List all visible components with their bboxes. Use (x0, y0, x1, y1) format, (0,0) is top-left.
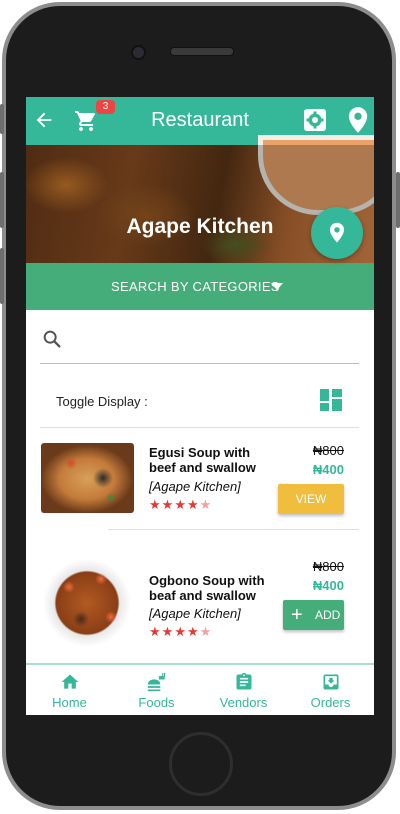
plus-icon: + (291, 604, 303, 626)
nav-foods-label: Foods (138, 695, 175, 710)
star-icon: ★ (161, 624, 175, 639)
old-price: ₦800 (312, 559, 344, 574)
categories-label: SEARCH BY CATEGORIES (111, 279, 280, 294)
star-icon: ★ (161, 497, 175, 512)
nav-vendors[interactable]: Vendors (200, 665, 287, 715)
earpiece-speaker (170, 47, 234, 56)
item-vendor: [Agape Kitchen] (149, 606, 241, 621)
old-price: ₦800 (312, 443, 344, 458)
star-icon: ★ (174, 497, 187, 512)
search-icon[interactable] (41, 328, 63, 355)
search-input[interactable] (71, 325, 359, 359)
nav-foods[interactable]: Foods (113, 665, 200, 715)
star-icon: ★ (186, 497, 200, 512)
settings-icon[interactable] (303, 108, 327, 137)
new-price: ₦400 (312, 578, 344, 593)
nav-orders[interactable]: Orders (287, 665, 374, 715)
item-title: Ogbono Soup with beaf and swallow (149, 573, 265, 603)
nav-orders-label: Orders (310, 695, 351, 710)
home-icon (61, 674, 79, 689)
mute-switch (0, 104, 4, 134)
caret-down-icon (271, 283, 283, 290)
star-rating: ★★★★★ (149, 624, 212, 640)
nav-home-label: Home (52, 695, 87, 710)
search-underline (40, 363, 359, 364)
star-icon: ★ (149, 497, 162, 512)
divider (40, 427, 359, 428)
app-screen: 3 Restaurant Agape Kitchen SEARCH BY CAT… (26, 97, 374, 715)
star-icon: ★ (186, 624, 200, 639)
item-vendor: [Agape Kitchen] (149, 479, 241, 494)
volume-up-button (0, 172, 4, 228)
location-pin-icon (329, 222, 345, 243)
food-icon (147, 672, 166, 692)
add-to-cart-button[interactable]: + ADD (283, 600, 344, 630)
search-by-categories-dropdown[interactable]: SEARCH BY CATEGORIES (26, 263, 374, 310)
new-price: ₦400 (312, 462, 344, 477)
item-title: Egusi Soup with beef and swallow (149, 445, 256, 475)
toggle-display-label: Toggle Display : (56, 394, 148, 409)
front-camera (131, 45, 146, 60)
volume-down-button (0, 248, 4, 304)
star-icon: ★ (199, 497, 213, 512)
inbox-icon (323, 674, 339, 690)
clipboard-icon (236, 672, 252, 690)
dashboard-layout-icon[interactable] (320, 389, 342, 416)
star-icon: ★ (199, 624, 213, 639)
bottom-navigation: Home Foods Vendors Orders (26, 663, 374, 715)
view-button[interactable]: VIEW (278, 484, 344, 514)
add-button-label: ADD (315, 608, 341, 622)
nav-home[interactable]: Home (26, 665, 113, 715)
egusi-soup-image (41, 443, 134, 513)
nav-vendors-label: Vendors (219, 695, 268, 710)
ogbono-soup-image (41, 557, 134, 649)
star-icon: ★ (174, 624, 187, 639)
home-button[interactable] (169, 732, 233, 796)
star-rating: ★★★★★ (149, 497, 212, 513)
power-button (396, 172, 400, 228)
divider (108, 529, 359, 530)
star-icon: ★ (149, 624, 162, 639)
map-location-button[interactable] (311, 207, 363, 259)
